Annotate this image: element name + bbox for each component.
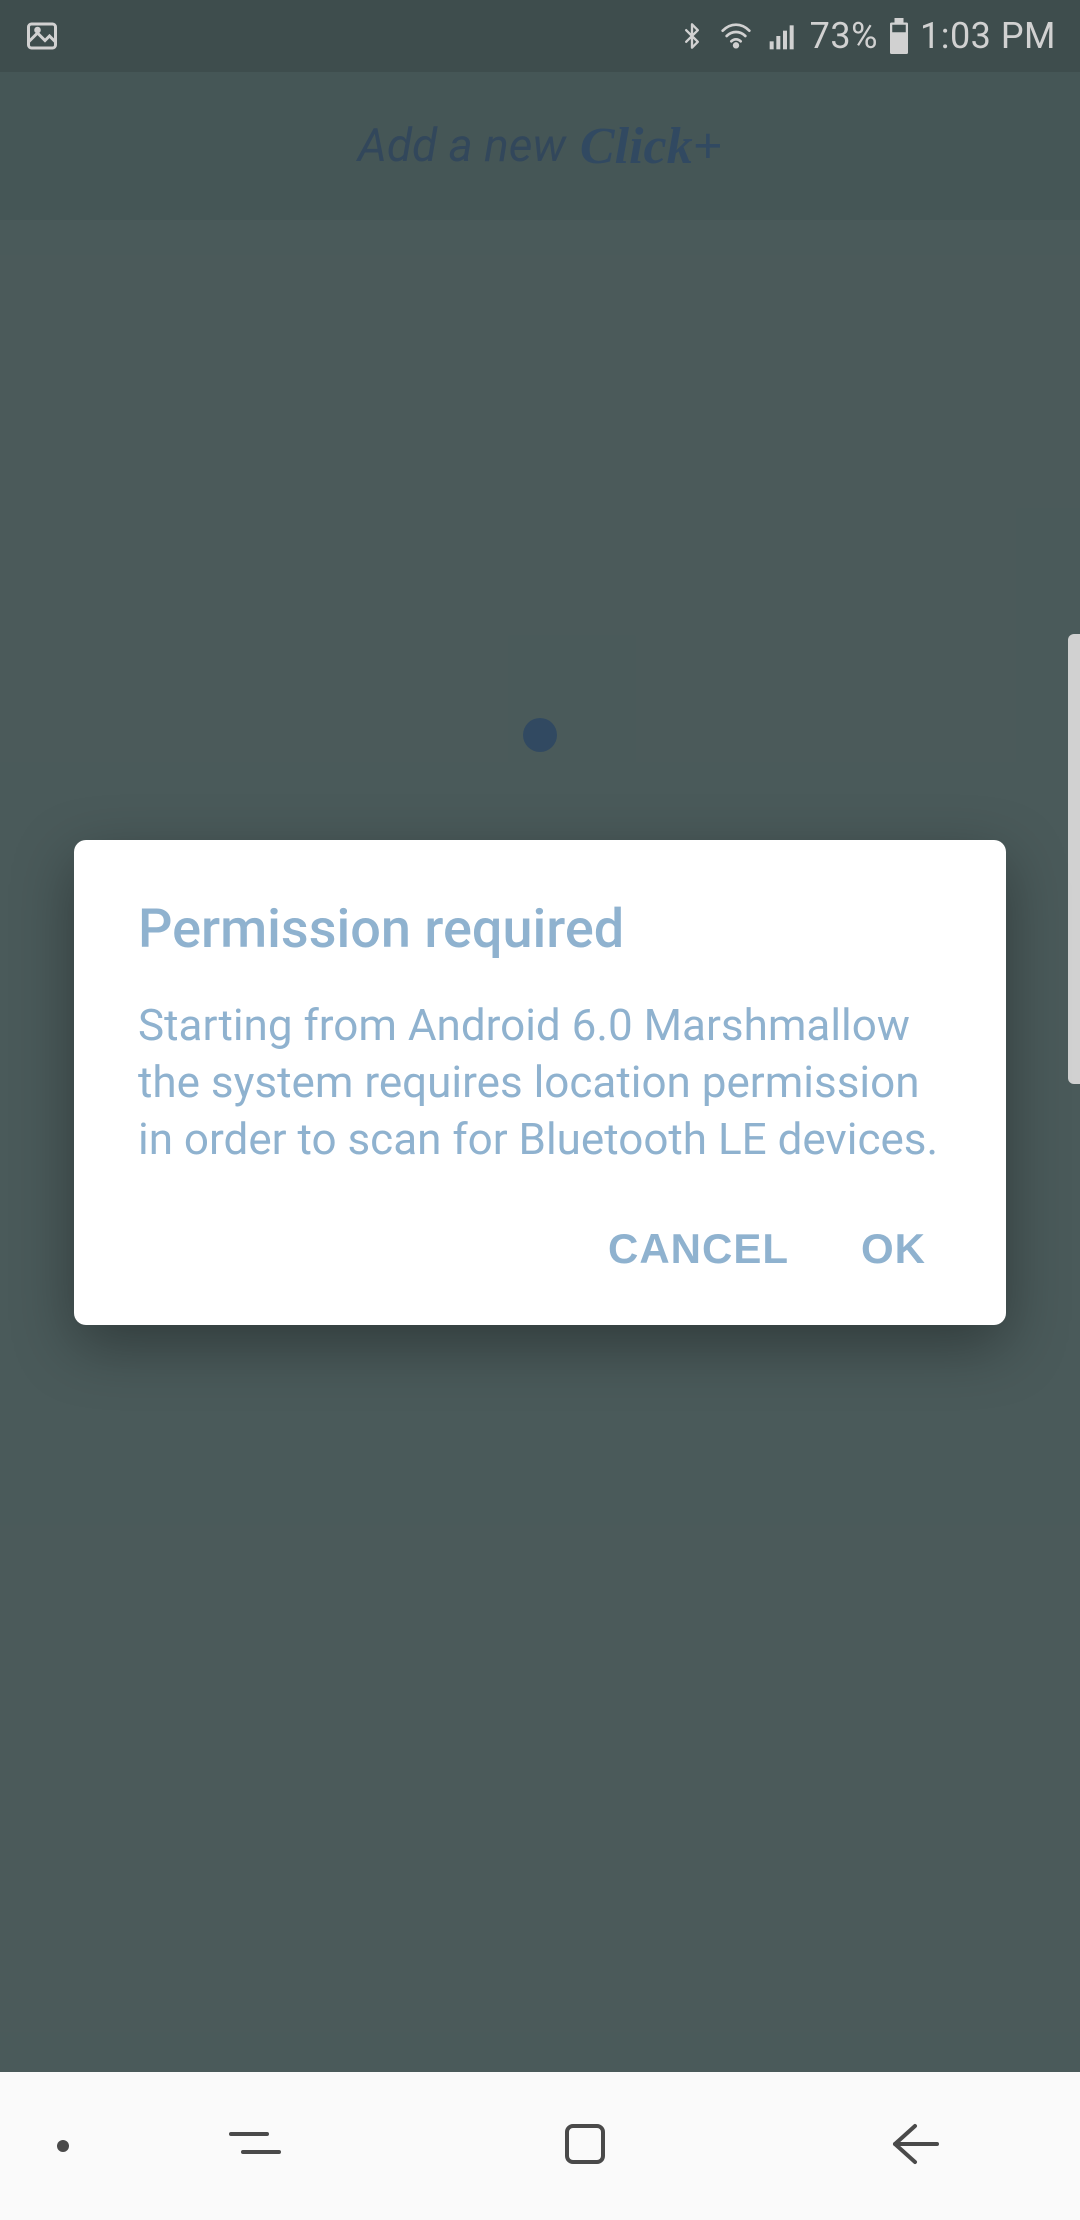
ok-button[interactable]: OK — [861, 1225, 926, 1273]
cancel-button[interactable]: CANCEL — [608, 1225, 789, 1273]
nav-more-icon[interactable] — [57, 2140, 69, 2152]
recents-button[interactable] — [223, 2122, 287, 2170]
dialog-actions: CANCEL OK — [138, 1225, 942, 1297]
back-button[interactable] — [887, 2120, 943, 2172]
permission-dialog: Permission required Starting from Androi… — [74, 840, 1006, 1325]
home-button[interactable] — [561, 2120, 609, 2172]
navigation-bar — [0, 2072, 1080, 2220]
dialog-title: Permission required — [138, 898, 942, 961]
dialog-body: Starting from Android 6.0 Marshmallow th… — [138, 997, 942, 1169]
